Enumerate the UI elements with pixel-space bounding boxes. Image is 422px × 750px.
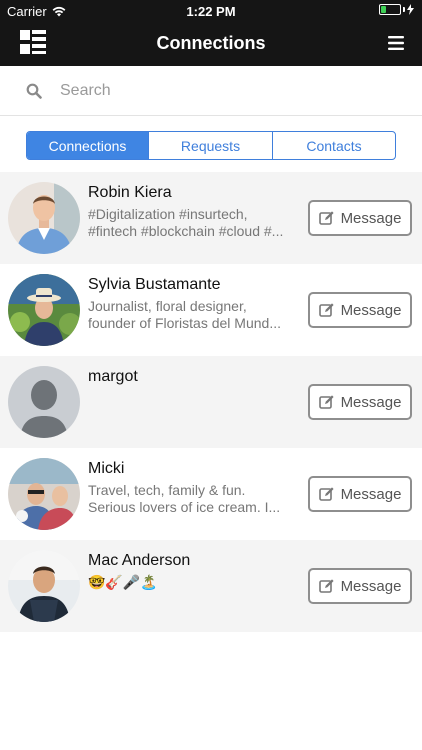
search-bar [0, 66, 422, 116]
search-icon [26, 83, 42, 99]
avatar [8, 458, 80, 530]
bio-emojis: 🤓🎸🎤🏝️ [88, 574, 158, 590]
tab-contacts[interactable]: Contacts [273, 132, 395, 159]
contact-name: margot [88, 368, 138, 385]
bio-line: Travel, tech, family & fun. [88, 482, 246, 498]
message-button[interactable]: Message [308, 292, 412, 328]
message-button-label: Message [340, 577, 402, 595]
list-item[interactable]: Robin Kiera #Digitalization #insurtech, … [0, 172, 422, 264]
message-button[interactable]: Message [308, 384, 412, 420]
message-button[interactable]: Message [308, 200, 412, 236]
contact-name: Mac Anderson [88, 552, 191, 569]
list-item[interactable]: Mac Anderson 🤓🎸🎤🏝️ Message [0, 540, 422, 632]
message-button-label: Message [340, 301, 402, 319]
list-item[interactable]: Sylvia Bustamante Journalist, floral des… [0, 264, 422, 356]
status-bar: Carrier 1:22 PM [0, 0, 422, 22]
tabs-segmented-control: Connections Requests Contacts [26, 131, 396, 160]
connections-list: Robin Kiera #Digitalization #insurtech, … [0, 172, 422, 632]
bio-line: #Digitalization #insurtech, [88, 206, 248, 222]
edit-icon [318, 487, 334, 501]
bio-line: founder of Floristas del Mund... [88, 315, 281, 331]
tab-requests[interactable]: Requests [149, 132, 273, 159]
list-item[interactable]: Micki Travel, tech, family & fun. Seriou… [0, 448, 422, 540]
search-input[interactable] [60, 78, 400, 104]
contact-bio: Travel, tech, family & fun. Serious love… [88, 482, 298, 516]
bio-line: #fintech #blockchain #cloud #... [88, 223, 284, 239]
edit-icon [318, 303, 334, 317]
avatar [8, 274, 80, 346]
message-button[interactable]: Message [308, 568, 412, 604]
edit-icon [318, 395, 334, 409]
top-bar: Carrier 1:22 PM Connections [0, 0, 422, 66]
edit-icon [318, 579, 334, 593]
message-button[interactable]: Message [308, 476, 412, 512]
message-button-label: Message [340, 209, 402, 227]
contact-name: Robin Kiera [88, 184, 172, 201]
avatar [8, 366, 80, 438]
tab-connections[interactable]: Connections [27, 132, 149, 159]
avatar [8, 550, 80, 622]
status-time: 1:22 PM [186, 4, 236, 19]
message-button-label: Message [340, 393, 402, 411]
default-avatar-icon [8, 366, 80, 438]
bio-line: Journalist, floral designer, [88, 298, 247, 314]
edit-icon [318, 211, 334, 225]
contact-bio: 🤓🎸🎤🏝️ [88, 574, 298, 591]
page-title: Connections [156, 33, 266, 53]
bio-line: Serious lovers of ice cream. I... [88, 499, 281, 515]
list-item[interactable]: margot Message [0, 356, 422, 448]
charging-bolt-icon [407, 4, 414, 15]
battery-icon [379, 4, 414, 15]
contact-bio: #Digitalization #insurtech, #fintech #bl… [88, 206, 298, 240]
contact-bio: Journalist, floral designer, founder of … [88, 298, 298, 332]
contact-name: Sylvia Bustamante [88, 276, 221, 293]
contact-name: Micki [88, 460, 125, 477]
navigation-bar: Connections [0, 22, 422, 66]
message-button-label: Message [340, 485, 402, 503]
avatar [8, 182, 80, 254]
menu-icon[interactable] [388, 36, 404, 50]
